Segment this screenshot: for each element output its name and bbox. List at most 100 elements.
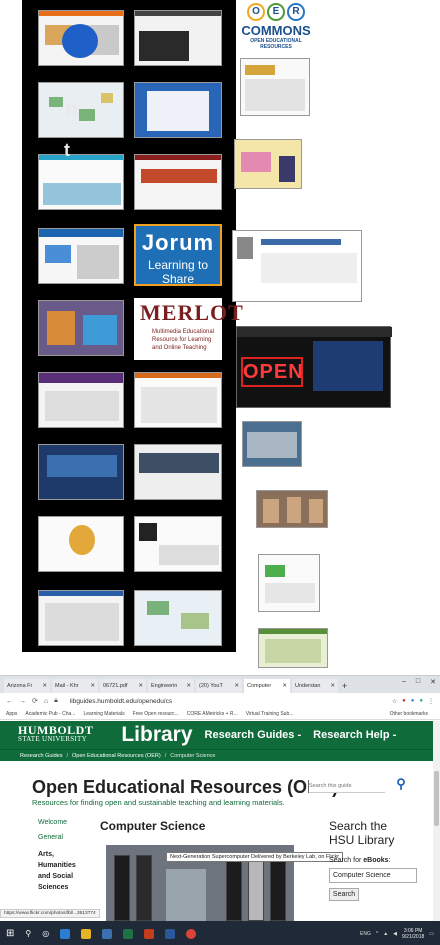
edge-icon[interactable] (60, 928, 71, 939)
oer-site-thumbnail (38, 300, 124, 356)
browser-tab[interactable]: Mail - Khr ✕ (52, 679, 98, 693)
browser-tab[interactable]: Engineerin ✕ (148, 679, 194, 693)
nav-item-active[interactable]: and Social (38, 871, 94, 882)
oer-site-thumbnail (134, 444, 222, 500)
search-label: Search for eBooks: (329, 857, 429, 864)
back-icon[interactable]: ← (6, 698, 13, 705)
reload-icon[interactable]: ⟳ (32, 697, 38, 705)
other-bookmarks[interactable]: Other bookmarks (390, 711, 440, 717)
bookmark-item[interactable]: Virtual Training Sub... (246, 711, 294, 717)
excel-icon[interactable] (123, 928, 134, 939)
logo-line-1: HUMBOLDT (18, 723, 94, 737)
search-button[interactable]: Search (329, 888, 359, 901)
browser-tab[interactable]: (20) YouT ✕ (196, 679, 242, 693)
browser-tab[interactable]: Arizona Fr ✕ (4, 679, 50, 693)
library-title[interactable]: Library (121, 723, 192, 747)
lock-icon: 🔒︎ (54, 697, 58, 704)
oer-letter-e: E (267, 3, 285, 21)
oer-site-thumbnail (256, 490, 328, 528)
open-sign-thumbnail: OPEN (236, 326, 392, 408)
new-tab-button[interactable]: + (342, 681, 347, 691)
bookmark-star-icon[interactable]: ☆ (392, 698, 397, 705)
nav-research-guides[interactable]: Research Guides - (205, 729, 302, 741)
breadcrumb-link[interactable]: Research Guides (20, 753, 63, 759)
task-view-icon[interactable]: ◎ (42, 929, 49, 938)
oer-site-thumbnail (38, 516, 124, 572)
url-field[interactable]: libguides.humboldt.edu/openedu/cs (70, 698, 172, 705)
scrollbar-thumb[interactable] (434, 771, 439, 826)
close-icon[interactable]: ✕ (282, 683, 287, 693)
guide-search-input[interactable] (309, 779, 385, 793)
oer-site-thumbnail (232, 230, 362, 302)
nav-research-help[interactable]: Research Help - (313, 729, 396, 741)
oer-site-thumbnail (38, 372, 124, 428)
hsu-logo[interactable]: HUMBOLDT STATE UNIVERSITY (18, 723, 94, 744)
ebook-search-input[interactable] (329, 868, 417, 883)
bookmark-item[interactable]: Apps (6, 711, 17, 717)
nav-item-active[interactable]: Arts, (38, 849, 94, 860)
extension-icon[interactable]: ● (402, 698, 406, 705)
language-indicator[interactable]: ENG (360, 931, 371, 937)
extension-icon[interactable]: ● (419, 698, 423, 705)
clock-date: 9/21/2018 (402, 933, 425, 940)
volume-icon[interactable]: ◀ (393, 931, 397, 937)
minimize-button[interactable]: – (402, 678, 406, 686)
library-search-box: Search the HSU Library Search for eBooks… (329, 819, 429, 901)
oer-site-thumbnail (234, 139, 302, 189)
oer-commons-tagline: OPEN EDUCATIONAL RESOURCES (250, 38, 302, 50)
store-icon[interactable] (102, 928, 113, 939)
close-icon[interactable]: ✕ (42, 683, 47, 693)
browser-tab[interactable]: Understan ✕ (292, 679, 338, 693)
nav-item-welcome[interactable]: Welcome (38, 819, 94, 826)
oer-site-thumbnail (258, 554, 320, 612)
rack-shape (114, 855, 130, 921)
menu-icon[interactable]: ⋮ (428, 698, 434, 705)
browser-tab[interactable]: 06721.pdf ✕ (100, 679, 146, 693)
search-heading-1: Search the (329, 819, 388, 833)
close-icon[interactable]: ✕ (90, 683, 95, 693)
notification-icon[interactable]: ▭ (429, 931, 434, 937)
windows-start-icon[interactable]: ⊞ (6, 928, 14, 939)
tab-label: Arizona Fr (7, 683, 33, 689)
tab-label: 06721.pdf (103, 683, 128, 689)
address-bar: ← → ⟳ ⌂ 🔒︎ libguides.humboldt.edu/opened… (0, 693, 440, 709)
close-icon[interactable]: ✕ (186, 683, 191, 693)
clock[interactable]: 3:06 PM 9/21/2018 (402, 928, 424, 940)
close-icon[interactable]: ✕ (330, 683, 335, 693)
bookmark-item[interactable]: Learning Materials (83, 711, 124, 717)
close-icon[interactable]: ✕ (234, 683, 239, 693)
browser-tab-active[interactable]: Computer ✕ (244, 679, 290, 693)
oer-site-thumbnail (242, 421, 302, 467)
bookmark-item[interactable]: CORE AMetricks + R... (187, 711, 238, 717)
jorum-title: Jorum (141, 230, 215, 255)
chevron-up-icon[interactable]: ^ (376, 931, 378, 937)
oer-site-thumbnail (38, 154, 124, 210)
nav-item-general[interactable]: General (38, 834, 94, 841)
screenshot-root: Jorum Learning to Share MERLOT Multimedi… (0, 0, 440, 945)
oer-commons-logo: O E R COMMONS OPEN EDUCATIONAL RESOURCES (240, 3, 312, 55)
close-icon[interactable]: ✕ (138, 683, 143, 693)
bookmark-item[interactable]: Free Open resourc... (133, 711, 179, 717)
nav-item-active[interactable]: Sciences (38, 882, 94, 893)
powerpoint-icon[interactable] (144, 928, 155, 939)
search-label-suffix: : (388, 857, 391, 864)
file-explorer-icon[interactable] (81, 928, 92, 939)
search-icon[interactable]: ⚲ (25, 929, 31, 938)
close-window-button[interactable]: ✕ (430, 678, 436, 686)
breadcrumb-link[interactable]: Open Educational Resources (OER) (72, 753, 161, 759)
guide-page: Open Educational Resources (OER) Resourc… (0, 761, 433, 921)
word-icon[interactable] (165, 928, 176, 939)
network-icon[interactable]: ▲ (383, 931, 388, 937)
open-sign: OPEN (241, 357, 303, 387)
extension-icon[interactable]: ● (411, 698, 415, 705)
nav-item-active[interactable]: Humanities (38, 860, 94, 871)
maximize-button[interactable]: □ (416, 678, 420, 686)
jorum-logo: Jorum Learning to Share (134, 224, 222, 286)
person-shape (166, 869, 206, 921)
home-icon[interactable]: ⌂ (44, 698, 48, 705)
chrome-icon[interactable] (186, 928, 197, 939)
search-icon[interactable]: ⚲ (392, 775, 410, 793)
logo-line-2: STATE UNIVERSITY (18, 735, 87, 743)
forward-icon[interactable]: → (19, 698, 26, 705)
bookmark-item[interactable]: Academic Pub - Cha... (25, 711, 75, 717)
